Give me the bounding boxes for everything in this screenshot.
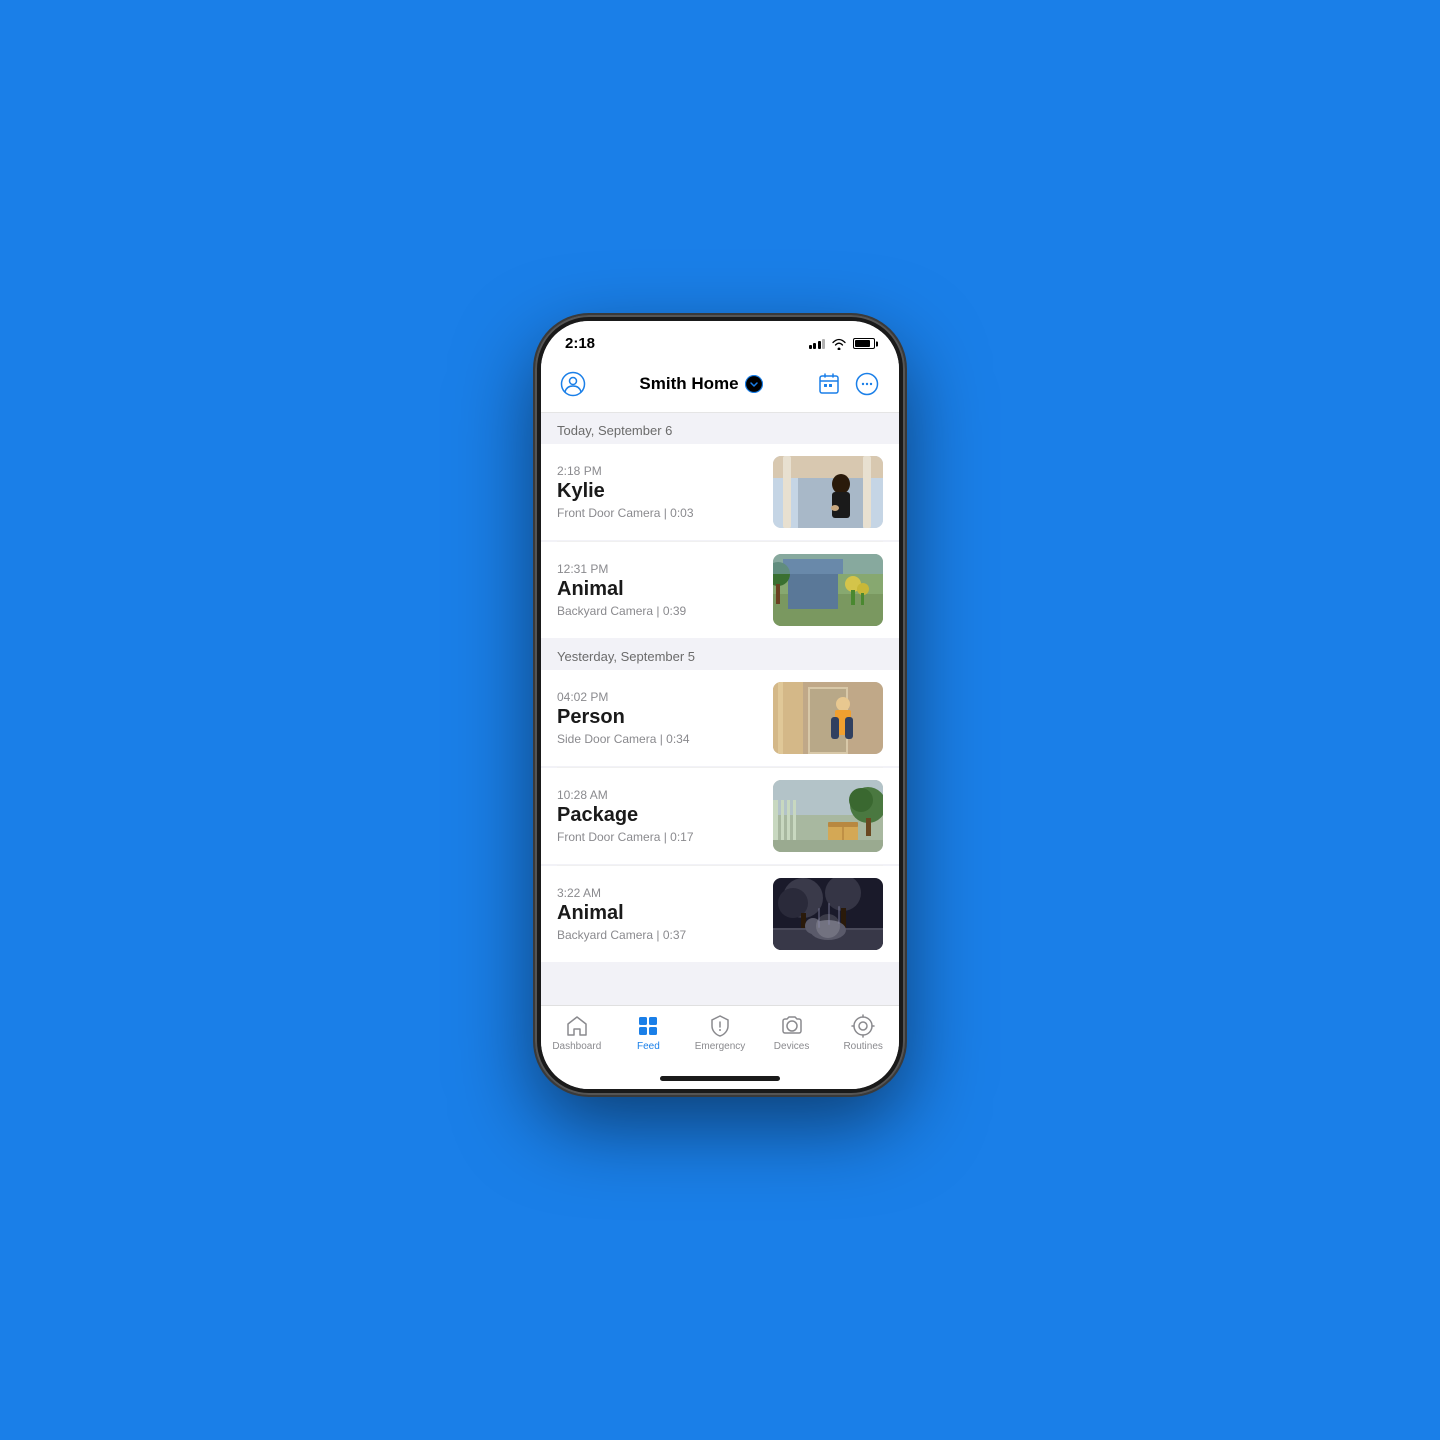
feed-item-info: 10:28 AM Package Front Door Camera | 0:1… xyxy=(557,788,761,844)
feed-title: Kylie xyxy=(557,480,761,503)
feed-thumbnail-animal2 xyxy=(773,878,883,950)
feed-title: Animal xyxy=(557,902,761,925)
feed-time: 2:18 PM xyxy=(557,464,761,478)
tab-emergency[interactable]: Emergency xyxy=(692,1014,747,1052)
feed-thumbnail-person xyxy=(773,682,883,754)
tab-routines-label: Routines xyxy=(843,1041,882,1052)
tab-devices[interactable]: Devices xyxy=(764,1014,819,1052)
more-icon xyxy=(855,372,879,396)
home-bar xyxy=(660,1076,780,1081)
feed-title: Animal xyxy=(557,578,761,601)
feed-time: 10:28 AM xyxy=(557,788,761,802)
house-icon xyxy=(565,1014,589,1038)
feed-item-info: 2:18 PM Kylie Front Door Camera | 0:03 xyxy=(557,464,761,520)
top-nav: Smith Home xyxy=(541,360,899,413)
routines-icon xyxy=(851,1014,875,1038)
feed-item-person[interactable]: 04:02 PM Person Side Door Camera | 0:34 xyxy=(541,670,899,766)
nav-right xyxy=(813,368,883,400)
camera-icon xyxy=(780,1014,804,1038)
status-bar: 2:18 xyxy=(541,321,899,360)
phone-screen: 2:18 xyxy=(541,321,899,1089)
feed-time: 12:31 PM xyxy=(557,562,761,576)
feed-time: 3:22 AM xyxy=(557,886,761,900)
calendar-button[interactable] xyxy=(813,368,845,400)
signal-icon xyxy=(809,339,826,349)
calendar-icon xyxy=(817,372,841,396)
chevron-down-icon xyxy=(745,375,763,393)
feed-item-info: 12:31 PM Animal Backyard Camera | 0:39 xyxy=(557,562,761,618)
status-time: 2:18 xyxy=(565,335,595,352)
shield-icon xyxy=(708,1014,732,1038)
feed-thumbnail-package xyxy=(773,780,883,852)
feed-item-info: 04:02 PM Person Side Door Camera | 0:34 xyxy=(557,690,761,746)
feed-subtitle: Side Door Camera | 0:34 xyxy=(557,732,761,746)
feed-subtitle: Backyard Camera | 0:37 xyxy=(557,928,761,942)
more-button[interactable] xyxy=(851,368,883,400)
feed-item-kylie[interactable]: 2:18 PM Kylie Front Door Camera | 0:03 xyxy=(541,444,899,540)
feed-scroll[interactable]: Today, September 6 2:18 PM Kylie Front D… xyxy=(541,413,899,1005)
tab-devices-label: Devices xyxy=(774,1041,810,1052)
feed-subtitle: Front Door Camera | 0:03 xyxy=(557,506,761,520)
feed-icon xyxy=(636,1014,660,1038)
battery-icon xyxy=(853,338,875,349)
feed-item-animal2[interactable]: 3:22 AM Animal Backyard Camera | 0:37 xyxy=(541,866,899,962)
status-icons xyxy=(809,338,876,350)
section-header-yesterday: Yesterday, September 5 xyxy=(541,639,899,670)
feed-thumbnail-animal1 xyxy=(773,554,883,626)
phone-wrapper: 2:18 xyxy=(535,315,905,1095)
tab-emergency-label: Emergency xyxy=(695,1041,746,1052)
feed-title: Person xyxy=(557,706,761,729)
feed-subtitle: Backyard Camera | 0:39 xyxy=(557,604,761,618)
feed-item-animal1[interactable]: 12:31 PM Animal Backyard Camera | 0:39 xyxy=(541,542,899,638)
nav-title[interactable]: Smith Home xyxy=(639,374,762,394)
tab-feed-label: Feed xyxy=(637,1041,660,1052)
feed-subtitle: Front Door Camera | 0:17 xyxy=(557,830,761,844)
phone-frame: 2:18 xyxy=(535,315,905,1095)
feed-time: 04:02 PM xyxy=(557,690,761,704)
feed-item-package[interactable]: 10:28 AM Package Front Door Camera | 0:1… xyxy=(541,768,899,864)
home-indicator xyxy=(541,1072,899,1089)
profile-icon xyxy=(560,371,586,397)
section-header-today: Today, September 6 xyxy=(541,413,899,444)
feed-item-info: 3:22 AM Animal Backyard Camera | 0:37 xyxy=(557,886,761,942)
tab-feed[interactable]: Feed xyxy=(621,1014,676,1052)
feed-title: Package xyxy=(557,804,761,827)
tab-dashboard[interactable]: Dashboard xyxy=(549,1014,604,1052)
tab-dashboard-label: Dashboard xyxy=(552,1041,601,1052)
bottom-spacer xyxy=(541,963,899,983)
feed-thumbnail-kylie xyxy=(773,456,883,528)
wifi-icon xyxy=(831,338,847,350)
profile-button[interactable] xyxy=(557,368,589,400)
bottom-tab-bar: Dashboard Feed xyxy=(541,1005,899,1072)
nav-title-text: Smith Home xyxy=(639,374,738,394)
tab-routines[interactable]: Routines xyxy=(836,1014,891,1052)
